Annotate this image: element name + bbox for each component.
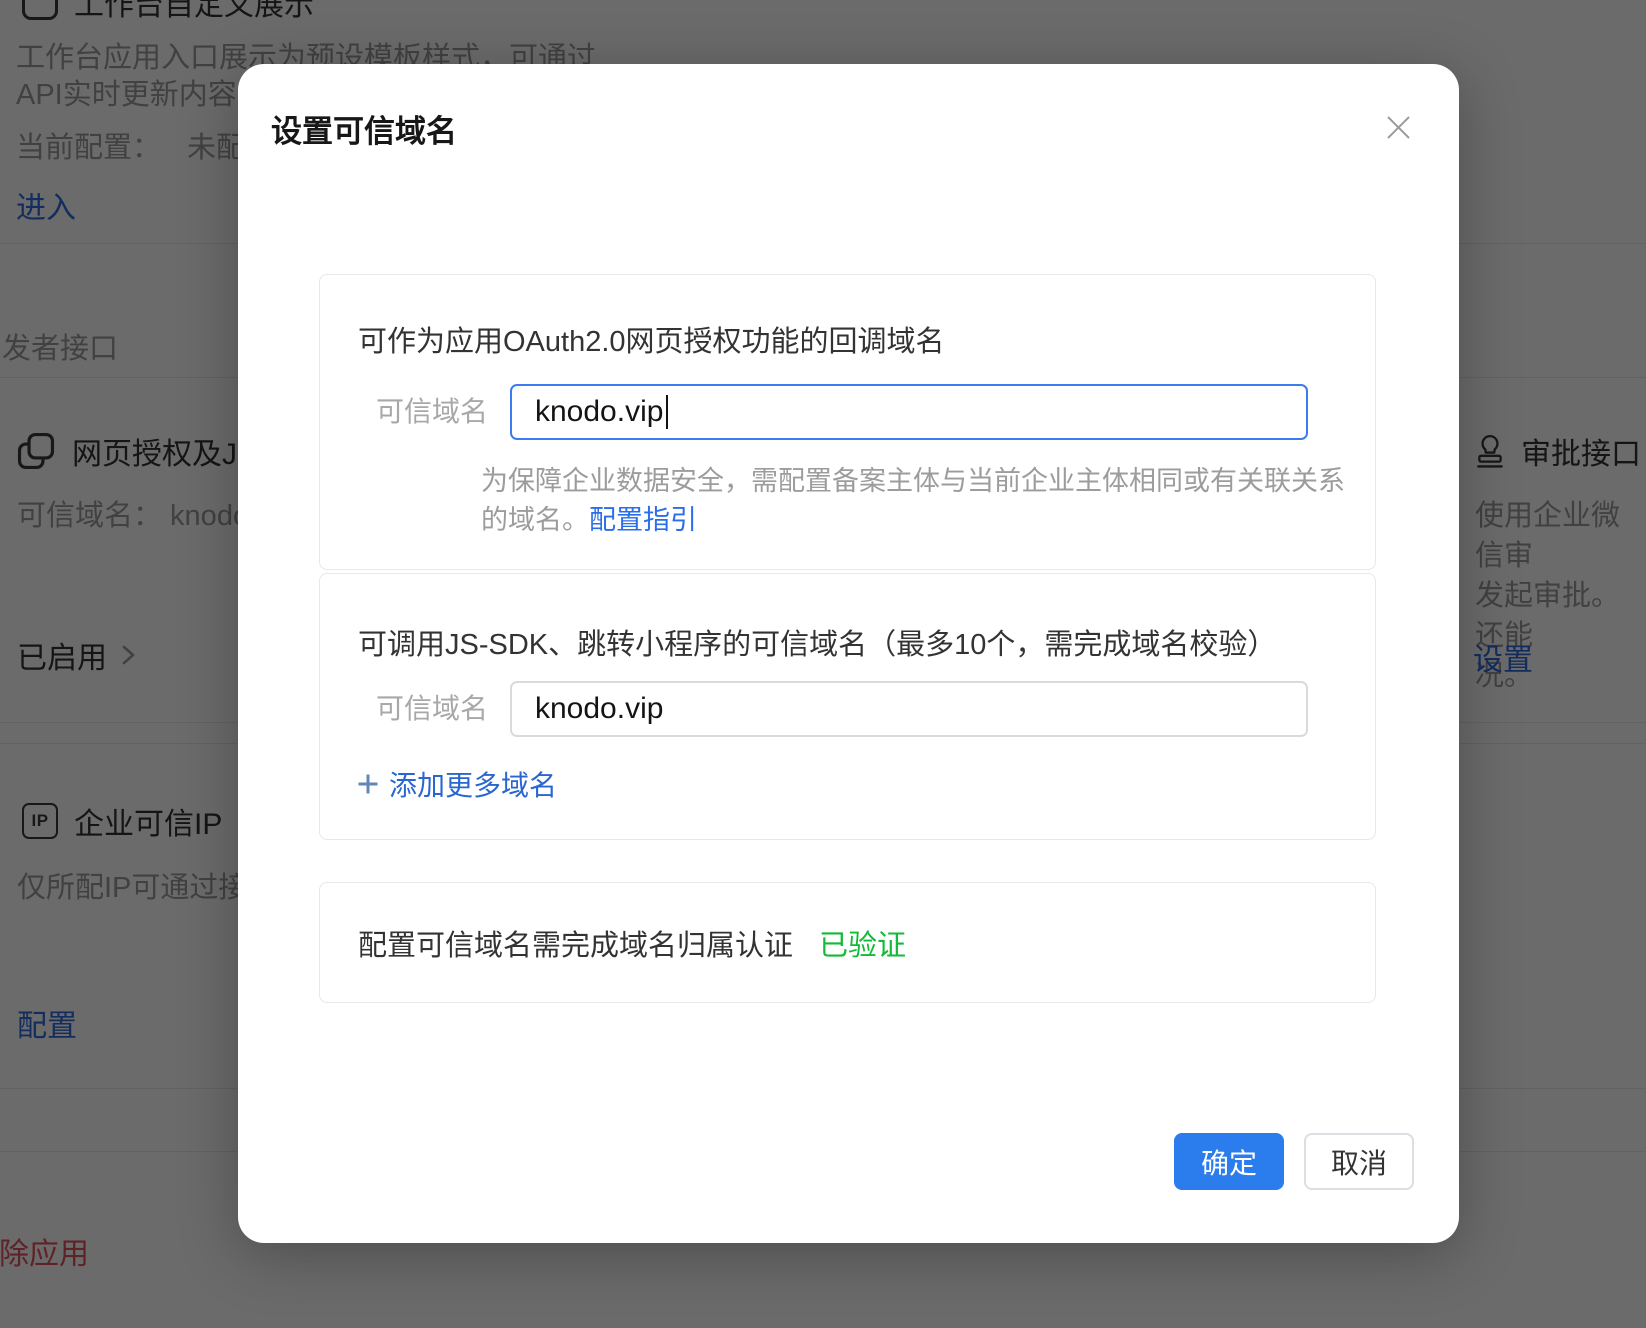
helper-line-2: 的域名。配置指引: [481, 501, 1345, 540]
confirm-button[interactable]: 确定: [1174, 1133, 1284, 1190]
add-more-domains-label: 添加更多域名: [389, 764, 557, 804]
jssdk-domain-section: 可调用JS-SDK、跳转小程序的可信域名（最多10个，需完成域名校验） 可信域名…: [319, 573, 1376, 840]
dialog-title: 设置可信域名: [271, 106, 457, 151]
oauth-helper-text: 为保障企业数据安全，需配置备案主体与当前企业主体相同或有关联关系 的域名。配置指…: [481, 462, 1345, 540]
domain-verification-section: 配置可信域名需完成域名归属认证 已验证: [319, 882, 1376, 1003]
oauth-trusted-domain-input[interactable]: knodo.vip: [510, 384, 1308, 440]
cancel-button[interactable]: 取消: [1304, 1133, 1414, 1190]
trusted-domain-label: 可信域名: [376, 384, 496, 440]
verified-status-badge: 已验证: [819, 922, 906, 964]
verification-requirement-text: 配置可信域名需完成域名归属认证: [358, 922, 793, 964]
jssdk-section-heading: 可调用JS-SDK、跳转小程序的可信域名（最多10个，需完成域名校验）: [358, 621, 1276, 663]
helper-line-1: 为保障企业数据安全，需配置备案主体与当前企业主体相同或有关联关系: [481, 462, 1345, 501]
page: 工作台自定义展示 工作台应用入口展示为预设模板样式，可通过API实时更新内容 当…: [0, 0, 1646, 1328]
jssdk-trusted-domain-input[interactable]: knodo.vip: [510, 681, 1308, 737]
oauth-trusted-domain-value: knodo.vip: [535, 395, 663, 429]
plus-icon: [356, 772, 380, 796]
oauth-section-heading: 可作为应用OAuth2.0网页授权功能的回调域名: [358, 318, 945, 360]
text-cursor: [666, 395, 668, 429]
config-guide-link[interactable]: 配置指引: [589, 505, 697, 535]
trusted-domain-label: 可信域名: [376, 681, 496, 737]
close-icon[interactable]: [1381, 110, 1415, 144]
set-trusted-domain-dialog: 设置可信域名 可作为应用OAuth2.0网页授权功能的回调域名 可信域名 kno…: [238, 64, 1459, 1243]
add-more-domains-link[interactable]: 添加更多域名: [356, 764, 557, 804]
jssdk-trusted-domain-value: knodo.vip: [535, 692, 663, 726]
oauth-domain-section: 可作为应用OAuth2.0网页授权功能的回调域名 可信域名 knodo.vip …: [319, 274, 1376, 570]
